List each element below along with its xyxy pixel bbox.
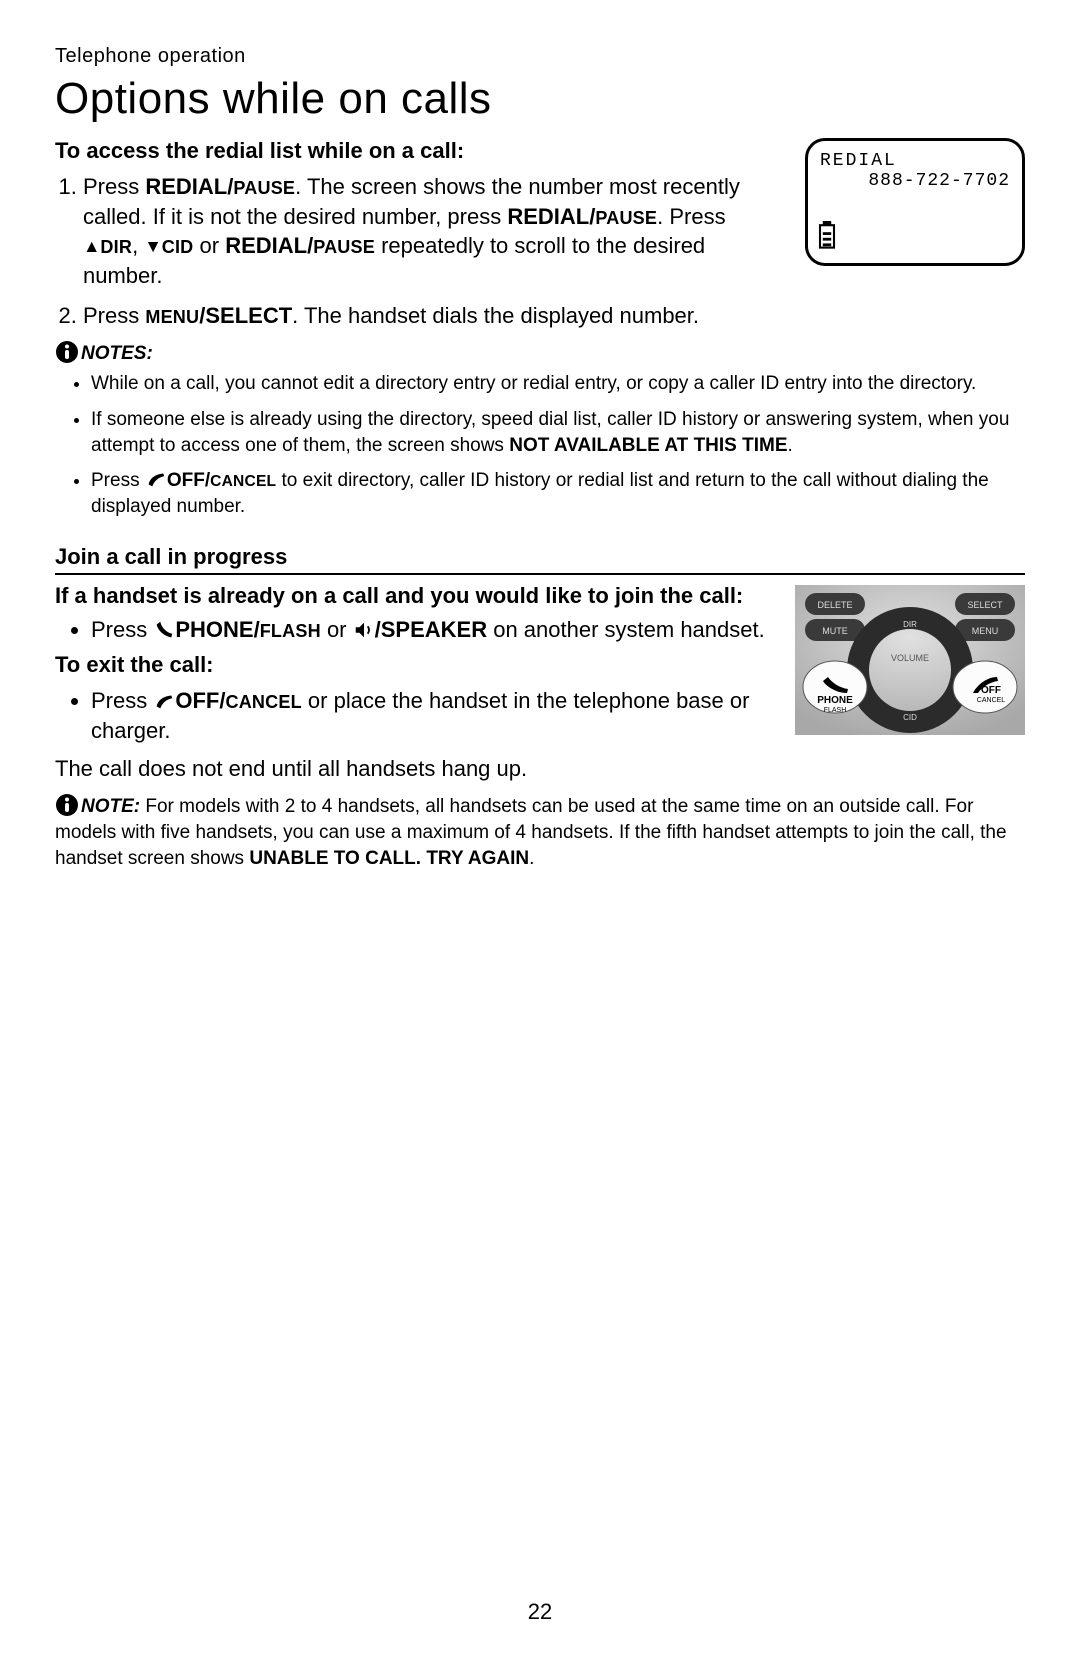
page-number: 22 [0, 1599, 1080, 1625]
breadcrumb: Telephone operation [55, 45, 1025, 68]
battery-icon [818, 221, 836, 249]
handset-keypad: DELETE SELECT MUTE MENU DIR VOLUME CID P… [795, 585, 1025, 740]
page-title: Options while on calls [55, 74, 1025, 124]
keypad-cancel: CANCEL [977, 697, 1006, 704]
list-item: If someone else is already using the dir… [91, 407, 1025, 458]
info-icon [55, 340, 79, 364]
hangup-handset-icon [145, 468, 167, 490]
list-item: Press OFF/CANCEL to exit directory, call… [91, 468, 1025, 519]
info-icon [55, 793, 79, 817]
list-item: Press MENU/SELECT. The handset dials the… [83, 301, 1025, 331]
notes-list: While on a call, you cannot edit a direc… [55, 371, 1025, 519]
hangup-handset-icon [153, 690, 175, 712]
keypad-cid: CID [903, 713, 917, 722]
down-triangle-icon [144, 233, 161, 258]
handset-screen: REDIAL 888-722-7702 [805, 138, 1025, 266]
up-triangle-icon [83, 233, 100, 258]
speaker-icon [353, 619, 375, 641]
keypad-volume: VOLUME [891, 653, 929, 663]
keypad-mute: MUTE [822, 626, 848, 636]
keypad-menu: MENU [972, 626, 999, 636]
keypad-delete: DELETE [817, 600, 852, 610]
heading-join: Join a call in progress [55, 544, 1025, 575]
lcd-line-1: REDIAL [820, 151, 1010, 171]
list-item: While on a call, you cannot edit a direc… [91, 371, 1025, 397]
keypad-dir: DIR [903, 620, 917, 629]
keypad-flash: FLASH [824, 707, 847, 714]
phone-handset-icon [153, 619, 175, 641]
final-note: NOTE: For models with 2 to 4 handsets, a… [55, 793, 1025, 871]
notes-heading: NOTES: [55, 340, 1025, 365]
keypad-phone: PHONE [817, 695, 853, 706]
keypad-off: OFF [981, 685, 1001, 696]
keypad-select: SELECT [967, 600, 1003, 610]
lcd-line-2: 888-722-7702 [820, 171, 1010, 191]
all-hangup-note: The call does not end until all handsets… [55, 754, 1025, 784]
